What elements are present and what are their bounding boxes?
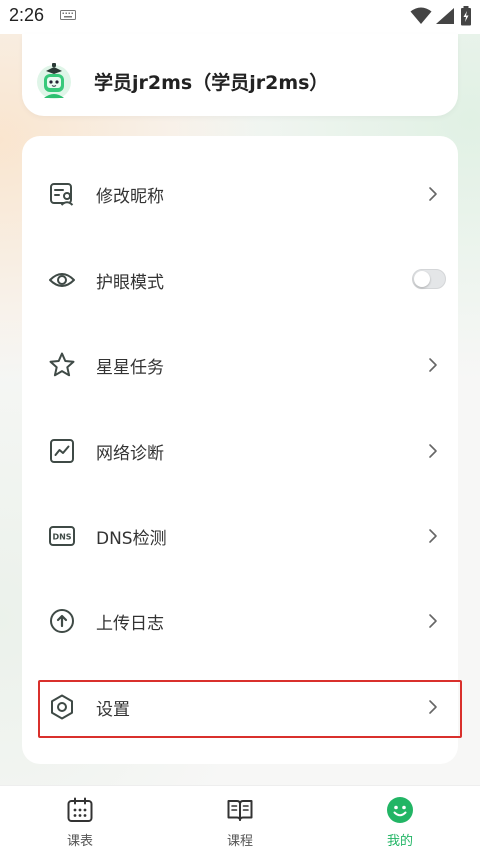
- profile-card[interactable]: 学员jr2ms（学员jr2ms）: [22, 34, 458, 116]
- battery-icon: [461, 6, 471, 26]
- upload-icon: [50, 609, 74, 633]
- menu-item-network-diagnosis[interactable]: 网络诊断: [22, 421, 458, 481]
- network-chart-icon: [50, 439, 74, 463]
- tab-label: 课表: [66, 834, 93, 849]
- star-icon: [49, 352, 75, 377]
- settings-highlight-box: [38, 680, 462, 738]
- toggle-knob: [414, 271, 430, 287]
- menu-item-label: 网络诊断: [96, 444, 164, 464]
- status-bar: 2:26: [0, 0, 480, 34]
- menu-item-label: 上传日志: [96, 614, 164, 634]
- menu-item-upload-logs[interactable]: 上传日志: [22, 591, 458, 651]
- smiley-icon: [387, 797, 413, 823]
- edit-profile-icon: [50, 183, 74, 206]
- tab-label: 课程: [226, 834, 253, 849]
- eye-protection-toggle[interactable]: [412, 269, 446, 289]
- chevron-right-icon: [429, 614, 437, 628]
- chevron-right-icon: [429, 529, 437, 543]
- calendar-icon: [67, 797, 93, 822]
- menu-card: 修改昵称 护眼模式 星星任务 网络诊断 DNS DNS检测 上传日志 设置: [22, 136, 458, 764]
- menu-item-edit-nickname[interactable]: 修改昵称: [22, 164, 458, 224]
- avatar: [37, 63, 71, 99]
- dns-icon: DNS: [49, 526, 75, 546]
- status-time: 2:26: [9, 5, 45, 25]
- chevron-right-icon: [429, 444, 437, 458]
- menu-item-label: 星星任务: [96, 358, 164, 378]
- profile-name: 学员jr2ms（学员jr2ms）: [94, 72, 329, 94]
- book-icon: [227, 800, 253, 821]
- menu-item-eye-protection: 护眼模式: [22, 250, 458, 310]
- tab-mine[interactable]: 我的: [350, 786, 450, 853]
- menu-item-star-tasks[interactable]: 星星任务: [22, 335, 458, 395]
- chevron-right-icon: [429, 358, 437, 372]
- bottom-nav: 课表 课程 我的: [0, 785, 480, 853]
- tab-label: 我的: [386, 834, 413, 849]
- chevron-right-icon: [429, 187, 437, 201]
- svg-text:DNS: DNS: [52, 533, 71, 542]
- menu-item-dns-check[interactable]: DNS DNS检测: [22, 506, 458, 566]
- eye-icon: [49, 273, 75, 287]
- tab-schedule[interactable]: 课表: [30, 786, 130, 853]
- signal-icon: [436, 8, 454, 24]
- tab-courses[interactable]: 课程: [190, 786, 290, 853]
- wifi-icon: [410, 7, 432, 24]
- menu-item-label: DNS检测: [96, 529, 167, 549]
- menu-item-label: 护眼模式: [96, 273, 164, 293]
- keyboard-icon: [60, 10, 76, 20]
- menu-item-label: 修改昵称: [96, 187, 164, 207]
